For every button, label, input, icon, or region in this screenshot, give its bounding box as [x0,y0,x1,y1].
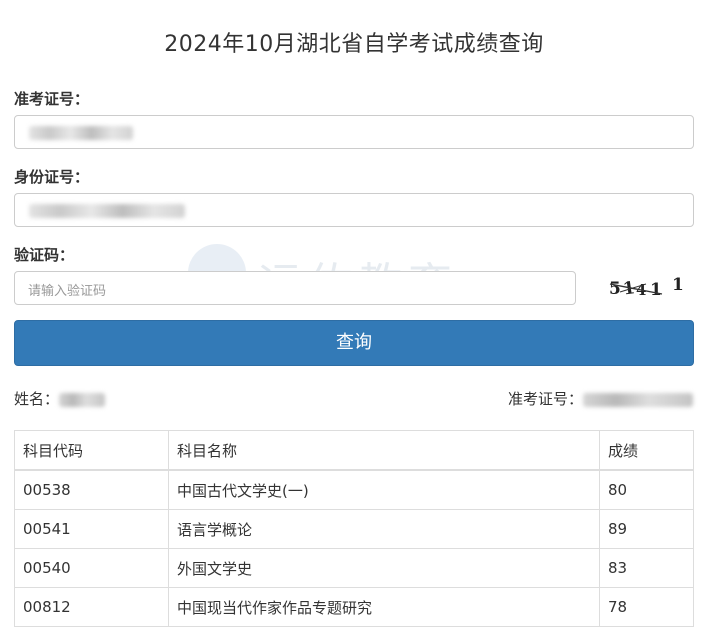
exam-id-value-redacted [29,126,133,140]
result-name: 姓名： [14,388,106,409]
table-header-row: 科目代码 科目名称 成绩 [14,430,694,471]
subject-code: 00540 [14,548,169,588]
subject-score: 89 [599,509,694,549]
captcha-input[interactable]: 请输入验证码 [14,271,576,305]
id-card-label: 身份证号： [14,168,90,186]
result-exam-id-value-redacted [583,392,694,407]
subject-code: 00541 [14,509,169,549]
table-row: 00538 中国古代文学史(一) 80 [14,469,694,510]
id-card-value-redacted [29,204,185,218]
svg-text:5: 5 [609,279,621,299]
subject-name: 中国古代文学史(一) [168,469,600,510]
subject-name: 外国文学史 [168,548,600,588]
header-score: 成绩 [599,430,694,471]
score-query-page: 2024年10月湖北省自学考试成绩查询 准考证号： 身份证号： 远佑教育 验证码… [0,0,708,640]
page-title: 2024年10月湖北省自学考试成绩查询 [164,32,544,57]
captcha-placeholder: 请输入验证码 [28,284,107,299]
table-row: 00812 中国现当代作家作品专题研究 78 [14,587,694,627]
subject-code: 00812 [14,587,169,627]
exam-id-input[interactable] [14,115,694,149]
captcha-label: 验证码： [14,246,75,264]
query-button[interactable]: 查询 [14,320,694,366]
table-row: 00541 语言学概论 89 [14,509,694,549]
result-name-value-redacted [59,392,106,407]
table-row: 00540 外国文学史 83 [14,548,694,588]
captcha-image-graphic: 5 1 4 1 1 [609,275,684,300]
header-subject-code: 科目代码 [14,430,169,471]
result-name-label: 姓名： [14,390,60,408]
subject-score: 80 [599,469,694,510]
subject-name: 中国现当代作家作品专题研究 [168,587,600,627]
result-exam-id: 准考证号： [508,388,694,409]
subject-code: 00538 [14,469,169,510]
scores-table: 科目代码 科目名称 成绩 00538 中国古代文学史(一) 80 00541 语… [14,430,694,627]
subject-score: 78 [599,587,694,627]
subject-name: 语言学概论 [168,509,600,549]
captcha-image[interactable]: 5 1 4 1 1 [606,272,688,304]
result-exam-id-label: 准考证号： [508,390,584,408]
header-subject-name: 科目名称 [168,430,600,471]
exam-id-label: 准考证号： [14,90,90,108]
id-card-input[interactable] [14,193,694,227]
subject-score: 83 [599,548,694,588]
svg-text:1: 1 [672,275,684,295]
svg-text:1: 1 [650,280,662,300]
